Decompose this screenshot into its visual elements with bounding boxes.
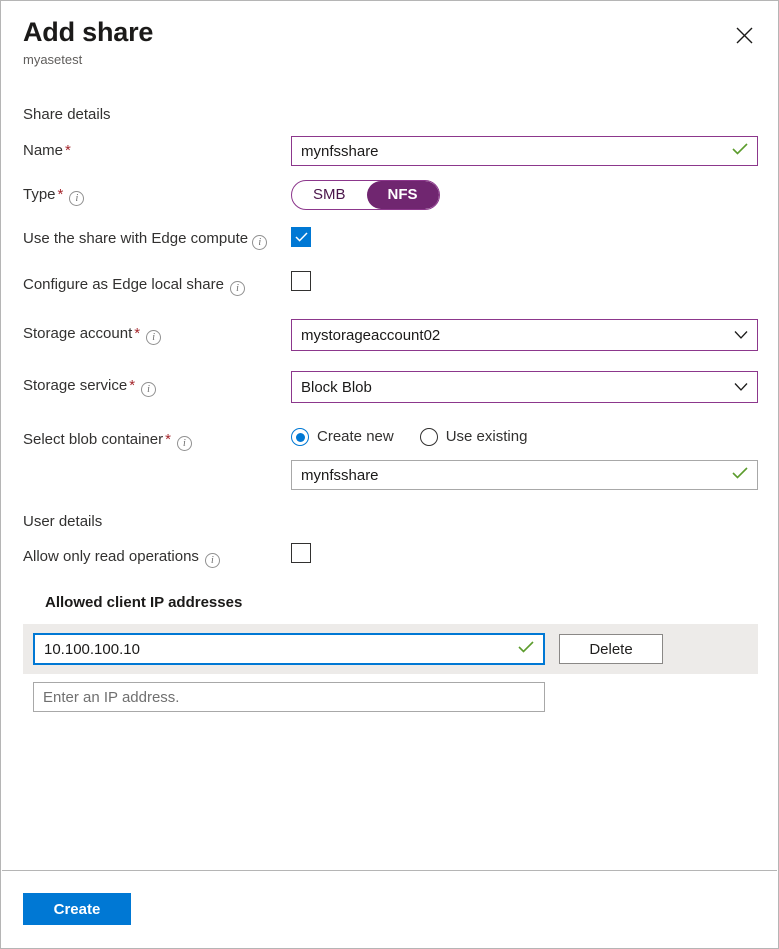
storage-service-value: Block Blob: [301, 379, 372, 396]
info-icon[interactable]: i: [177, 436, 192, 451]
storage-service-dropdown[interactable]: Block Blob: [291, 371, 758, 403]
share-name-input[interactable]: [292, 137, 757, 165]
new-allowed-ip-textbox[interactable]: [33, 682, 545, 712]
read-only-control: [291, 542, 311, 568]
allowed-ips-heading: Allowed client IP addresses: [45, 593, 779, 613]
toggle-option-smb[interactable]: SMB: [292, 181, 367, 209]
field-row-read-only: Allow only read operations i: [1, 542, 779, 568]
radio-create-new[interactable]: Create new: [291, 427, 394, 447]
storage-account-dropdown[interactable]: mystorageaccount02: [291, 319, 758, 351]
required-asterisk: *: [134, 325, 140, 342]
page-title: Add share: [23, 15, 756, 49]
name-control: [291, 136, 758, 166]
chevron-down-icon: [734, 379, 748, 396]
storage-account-label: Storage account* i: [23, 319, 291, 345]
storage-account-control: mystorageaccount02: [291, 319, 758, 351]
field-row-storage-service: Storage service* i Block Blob: [1, 371, 779, 403]
edge-compute-control: [291, 226, 311, 247]
allowed-ip-textbox[interactable]: [33, 633, 545, 665]
edge-local-label-text: Configure as Edge local share: [23, 276, 224, 293]
info-icon[interactable]: i: [69, 191, 84, 206]
edge-local-label: Configure as Edge local share i: [23, 270, 281, 296]
create-button[interactable]: Create: [23, 893, 131, 925]
name-label-text: Name: [23, 142, 63, 159]
toggle-option-nfs[interactable]: NFS: [367, 181, 439, 209]
chevron-down-icon: [734, 327, 748, 344]
storage-account-value: mystorageaccount02: [301, 327, 440, 344]
share-name-textbox[interactable]: [291, 136, 758, 166]
radio-use-existing-label: Use existing: [446, 427, 528, 447]
container-name-control: [291, 460, 758, 490]
blob-container-label: Select blob container* i: [23, 425, 291, 451]
share-type-toggle[interactable]: SMB NFS: [291, 180, 440, 210]
info-icon[interactable]: i: [141, 382, 156, 397]
blade-footer: Create: [2, 870, 777, 947]
edge-local-control: [291, 270, 311, 296]
info-icon[interactable]: i: [205, 553, 220, 568]
add-share-form: Share details Name* Type*i: [1, 105, 779, 712]
read-only-label-text: Allow only read operations: [23, 548, 199, 565]
close-button[interactable]: [726, 17, 762, 53]
required-asterisk: *: [65, 142, 71, 159]
blob-container-control: Create new Use existing: [291, 425, 758, 447]
blade-header: Add share myasetest: [23, 15, 756, 69]
required-asterisk: *: [165, 431, 171, 448]
container-name-textbox[interactable]: [291, 460, 758, 490]
field-row-storage-account: Storage account* i mystorageaccount02: [1, 319, 779, 351]
type-label-text: Type: [23, 186, 56, 203]
container-name-spacer: [23, 460, 291, 465]
field-row-edge-compute: Use the share with Edge compute i: [1, 226, 779, 250]
read-only-checkbox[interactable]: [291, 543, 311, 563]
new-allowed-ip-row: [33, 682, 779, 712]
close-icon: [736, 27, 753, 44]
field-row-type: Type* i SMB NFS: [1, 180, 779, 210]
edge-compute-label: Use the share with Edge compute i: [23, 226, 281, 250]
device-name-subtitle: myasetest: [23, 51, 756, 69]
info-icon[interactable]: i: [230, 281, 245, 296]
read-only-label: Allow only read operations i: [23, 542, 281, 568]
delete-ip-button[interactable]: Delete: [559, 634, 663, 664]
add-share-blade: Add share myasetest Share details Name*: [0, 0, 779, 949]
field-row-name: Name*: [1, 136, 779, 166]
user-details-heading: User details: [23, 512, 779, 532]
edge-local-checkbox[interactable]: [291, 271, 311, 291]
name-label: Name*: [23, 136, 291, 161]
storage-account-label-text: Storage account: [23, 325, 132, 342]
type-label: Type* i: [23, 180, 291, 206]
radio-use-existing[interactable]: Use existing: [420, 427, 528, 447]
allowed-ip-row: Delete: [23, 624, 758, 674]
storage-service-label-text: Storage service: [23, 377, 127, 394]
storage-service-label: Storage service* i: [23, 371, 291, 397]
storage-service-control: Block Blob: [291, 371, 758, 403]
blob-container-radio-group: Create new Use existing: [291, 425, 758, 447]
radio-create-new-dot[interactable]: [291, 428, 309, 446]
info-icon[interactable]: i: [252, 235, 267, 250]
container-name-input[interactable]: [292, 461, 757, 489]
required-asterisk: *: [129, 377, 135, 394]
radio-use-existing-dot[interactable]: [420, 428, 438, 446]
share-details-heading: Share details: [23, 105, 779, 125]
allowed-ip-input[interactable]: [35, 635, 543, 663]
new-allowed-ip-input[interactable]: [34, 683, 544, 711]
edge-compute-checkbox[interactable]: [291, 227, 311, 247]
field-row-blob-container: Select blob container* i Create new Use e…: [1, 425, 779, 451]
field-row-container-name: [1, 460, 779, 490]
required-asterisk: *: [58, 186, 64, 203]
blob-container-label-text: Select blob container: [23, 431, 163, 448]
info-icon[interactable]: i: [146, 330, 161, 345]
type-control: SMB NFS: [291, 180, 758, 210]
edge-compute-label-text: Use the share with Edge compute: [23, 230, 248, 247]
radio-create-new-label: Create new: [317, 427, 394, 447]
field-row-edge-local: Configure as Edge local share i: [1, 270, 779, 296]
